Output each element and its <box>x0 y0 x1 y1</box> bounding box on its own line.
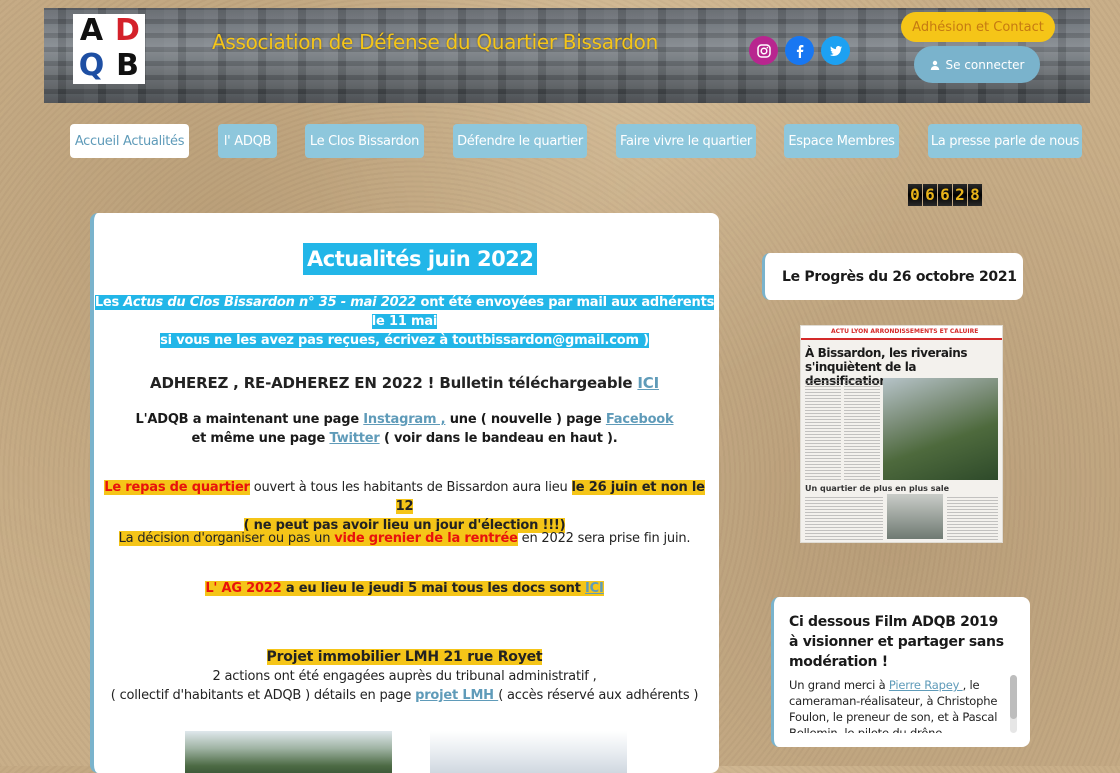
clip-street-photo <box>887 494 943 539</box>
actus-issue-title: Actus du Clos Bissardon n° 35 - mai 2022 <box>123 295 417 310</box>
login-label: Se connecter <box>945 57 1025 72</box>
logo-letter-a: A <box>79 13 103 48</box>
news-title: Actualités juin 2022 <box>303 243 538 275</box>
actus-text-a: Les <box>94 295 124 310</box>
news-card: Actualités juin 2022 Les Actus du Clos B… <box>90 213 719 773</box>
clip-aerial-photo <box>883 378 998 480</box>
clip-text-column <box>805 380 841 480</box>
nav-tab-presse[interactable]: La presse parle de nous <box>928 124 1082 158</box>
facebook-link[interactable]: Facebook <box>606 412 674 427</box>
social-text-c: et même une page <box>191 431 330 446</box>
site-title: Association de Défense du Quartier Bissa… <box>212 30 658 54</box>
actus-text-d: si vous ne les avez pas reçues, écrivez … <box>160 333 649 348</box>
clip-text-column <box>844 380 880 480</box>
film-card: Ci dessous Film ADQB 2019 à visionner et… <box>771 597 1030 747</box>
clip-text-column <box>805 496 883 540</box>
film-text-a: Un grand merci à <box>789 678 889 692</box>
ag-paragraph: L' AG 2022 a eu lieu le jeudi 5 mai tous… <box>94 579 715 598</box>
projet-title: Projet immobilier LMH 21 rue Royet <box>266 649 543 665</box>
counter-digit: 0 <box>908 184 922 206</box>
ag-text-a: L' AG 2022 <box>205 581 282 596</box>
counter-digit: 6 <box>938 184 952 206</box>
user-icon <box>930 60 939 70</box>
clip-subheadline: Un quartier de plus en plus sale <box>805 484 950 493</box>
vide-text-b: vide grenier de la rentrée <box>334 531 518 546</box>
press-card: Le Progrès du 26 octobre 2021 <box>762 253 1023 300</box>
nav-tab-faire-vivre[interactable]: Faire vivre le quartier <box>616 124 756 158</box>
clip-section-band: ACTU LYON ARRONDISSEMENTS ET CALUIRE <box>831 328 979 335</box>
projet-paragraph: Projet immobilier LMH 21 rue Royet 2 act… <box>94 648 715 705</box>
social-pages-paragraph: L'ADQB a maintenant une page Instagram ,… <box>94 410 715 448</box>
repas-text-a: Le repas de quartier <box>104 480 250 495</box>
twitter-icon[interactable] <box>821 36 850 65</box>
projet-photo-street[interactable] <box>185 731 392 773</box>
projet-text-2: ( collectif d'habitants et ADQB ) détail… <box>110 688 416 703</box>
instagram-link[interactable]: Instagram , <box>363 412 445 427</box>
instagram-icon[interactable] <box>749 36 778 65</box>
vide-text-a: La décision d'organiser ou pas un <box>118 531 335 546</box>
actus-text-c: ont été envoyées par mail aux adhérents … <box>371 295 715 329</box>
adhesion-contact-button[interactable]: Adhésion et Contact <box>901 12 1055 42</box>
bulletin-ici-link[interactable]: ICI <box>637 374 659 392</box>
social-links <box>749 36 850 65</box>
nav-tab-defendre[interactable]: Défendre le quartier <box>453 124 587 158</box>
social-text-d: ( voir dans le bandeau en haut ). <box>379 431 618 446</box>
press-card-title: Le Progrès du 26 octobre 2021 <box>782 269 1017 285</box>
social-text-b: une ( nouvelle ) page <box>445 412 606 427</box>
nav-tab-accueil[interactable]: Accueil Actualités <box>70 124 189 158</box>
nav-tab-adqb[interactable]: l' ADQB <box>218 124 277 158</box>
visit-counter: 0 6 6 2 8 <box>908 184 982 206</box>
newspaper-clipping[interactable]: ACTU LYON ARRONDISSEMENTS ET CALUIRE À B… <box>800 325 1003 543</box>
projet-lmh-link[interactable]: projet LMH <box>415 688 498 703</box>
ag-ici-link[interactable]: ICI <box>585 581 604 596</box>
login-button[interactable]: Se connecter <box>914 46 1040 83</box>
logo-letter-b: B <box>116 48 139 83</box>
pierre-rapey-link[interactable]: Pierre Rapey <box>889 678 963 692</box>
social-text-a: L'ADQB a maintenant une page <box>135 412 364 427</box>
clip-text-column <box>947 496 998 540</box>
logo-letter-d: D <box>115 13 140 48</box>
adherez-line: ADHEREZ , RE-ADHEREZ EN 2022 ! Bulletin … <box>94 374 715 393</box>
projet-photo-building[interactable] <box>430 731 627 773</box>
adherez-text: ADHEREZ , RE-ADHEREZ EN 2022 ! Bulletin … <box>150 374 638 392</box>
actus-paragraph: Les Actus du Clos Bissardon n° 35 - mai … <box>94 293 715 350</box>
twitter-link[interactable]: Twitter <box>329 431 379 446</box>
film-card-text: Un grand merci à Pierre Rapey , le camer… <box>789 677 1004 733</box>
repas-paragraph: Le repas de quartier ouvert à tous les h… <box>94 478 715 535</box>
adqb-logo[interactable]: A D Q B <box>73 14 145 84</box>
counter-digit: 2 <box>953 184 967 206</box>
repas-text-b: ouvert à tous les habitants de Bissardon… <box>249 480 572 495</box>
film-card-title: Ci dessous Film ADQB 2019 à visionner et… <box>789 614 1004 670</box>
header-banner: A D Q B Association de Défense du Quarti… <box>44 8 1090 103</box>
ag-text-b: a eu lieu le jeudi 5 mai tous les docs s… <box>281 581 586 596</box>
scrollbar-thumb[interactable] <box>1010 675 1017 719</box>
vide-grenier-paragraph: La décision d'organiser ou pas un vide g… <box>94 529 715 548</box>
logo-letter-q: Q <box>78 48 105 83</box>
counter-digit: 6 <box>923 184 937 206</box>
facebook-icon[interactable] <box>785 36 814 65</box>
nav-tab-espace-membres[interactable]: Espace Membres <box>784 124 899 158</box>
film-card-scrollbar[interactable] <box>1010 675 1017 733</box>
projet-text-1: 2 actions ont été engagées auprès du tri… <box>212 669 597 684</box>
main-navigation: Accueil Actualités l' ADQB Le Clos Bissa… <box>0 124 1120 158</box>
nav-tab-clos-bissardon[interactable]: Le Clos Bissardon <box>305 124 424 158</box>
counter-digit: 8 <box>968 184 982 206</box>
vide-text-c: en 2022 sera prise fin juin. <box>517 531 691 546</box>
projet-text-3: ( accès réservé aux adhérents ) <box>498 688 699 703</box>
